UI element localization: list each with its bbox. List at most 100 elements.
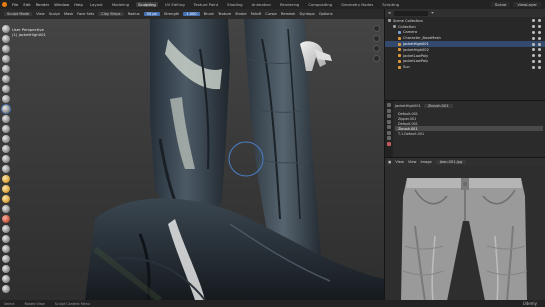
eye-icon[interactable] [532,59,535,63]
dyntopo-dropdown[interactable]: Dyntopo [299,12,314,16]
stroke-options-dropdown[interactable]: Stroke [235,12,246,16]
tab-rendering[interactable]: Rendering [278,2,301,7]
crease-brush-icon[interactable] [2,105,10,113]
texture-options-dropdown[interactable]: Texture [218,12,231,16]
pose-brush-icon[interactable] [2,215,10,223]
render-camera-icon[interactable] [538,36,541,40]
view-layer-field[interactable]: ViewLayer [513,2,541,7]
menu-file[interactable]: File [12,2,18,7]
fill-brush-icon[interactable] [2,135,10,143]
draw-sharp-brush-icon[interactable] [2,35,10,43]
tab-compositing[interactable]: Compositing [306,2,334,7]
outliner-search-input[interactable] [394,10,429,16]
eye-icon[interactable] [532,30,535,34]
tab-texture-paint[interactable]: Texture Paint [192,2,221,7]
eye-icon[interactable] [532,54,535,58]
render-camera-icon[interactable] [538,59,541,63]
menu-view[interactable]: View [36,12,45,16]
render-camera-icon[interactable] [538,19,541,23]
tab-layout[interactable]: Layout [88,2,105,7]
scrape-brush-icon[interactable] [2,145,10,153]
render-tab-icon[interactable] [387,108,391,113]
smooth-brush-icon[interactable] [2,115,10,123]
eye-icon[interactable] [532,19,535,23]
inflate-brush-icon[interactable] [2,85,10,93]
zoom-icon[interactable] [373,25,380,32]
menu-render[interactable]: Render [36,2,50,7]
radius-field[interactable]: 50 px [143,12,160,16]
tool-tab-icon[interactable] [387,103,391,107]
modifier-tab-icon[interactable] [387,136,391,140]
draw-brush-icon[interactable] [2,25,10,33]
image-menu-view[interactable]: View [395,160,404,164]
mask-brush-icon[interactable] [2,285,10,293]
image-selector[interactable]: Jean.001.jpg [435,160,467,164]
tab-shading[interactable]: Shading [225,2,244,7]
brush-options-dropdown[interactable]: Brush [204,12,214,16]
menu-edit[interactable]: Edit [23,2,30,7]
camera-view-icon[interactable] [373,45,380,52]
render-camera-icon[interactable] [538,25,541,29]
outliner-type-icon[interactable]: ≡ [388,11,391,15]
jeans-reference-image[interactable] [385,166,545,300]
menu-sculpt[interactable]: Sculpt [49,12,60,16]
clay-strips-brush-icon[interactable] [2,55,10,63]
flatten-brush-icon[interactable] [2,125,10,133]
menu-window[interactable]: Window [54,2,69,7]
tab-animation[interactable]: Animation [250,2,273,7]
menu-mask[interactable]: Mask [64,12,73,16]
cloth-brush-icon[interactable] [2,265,10,273]
remesh-dropdown[interactable]: Remesh [281,12,295,16]
pinch-brush-icon[interactable] [2,165,10,173]
output-tab-icon[interactable] [387,114,391,118]
tab-uv-editing[interactable]: UV Editing [163,2,187,7]
menu-help[interactable]: Help [74,2,83,7]
falloff-options-dropdown[interactable]: Falloff [251,12,262,16]
tab-modeling[interactable]: Modeling [110,2,131,7]
editor-type-icon[interactable]: ▣ [388,160,391,164]
image-menu-view-2[interactable]: View [408,160,417,164]
thumb-brush-icon[interactable] [2,205,10,213]
pan-hand-icon[interactable] [373,35,380,42]
rotate-brush-icon[interactable] [2,235,10,243]
eye-icon[interactable] [532,42,535,46]
material-slot[interactable]: T-1.Default.001 [395,131,543,136]
world-tab-icon[interactable] [387,125,391,129]
clay-brush-icon[interactable] [2,45,10,53]
render-camera-icon[interactable] [538,65,541,69]
eye-icon[interactable] [532,25,535,29]
scene-tab-icon[interactable] [387,119,391,124]
snake-hook-brush-icon[interactable] [2,195,10,203]
eye-icon[interactable] [532,65,535,69]
object-tab-icon[interactable] [387,130,391,135]
options-dropdown[interactable]: Options [319,12,333,16]
elastic-deform-brush-icon[interactable] [2,185,10,193]
layer-brush-icon[interactable] [2,75,10,83]
render-camera-icon[interactable] [538,42,541,46]
cursor-options-dropdown[interactable]: Cursor [265,12,277,16]
render-camera-icon[interactable] [538,30,541,34]
material-selector[interactable]: Zbrush.001 [423,104,453,108]
blender-logo-icon[interactable] [2,2,7,7]
material-tab-icon[interactable] [387,141,391,146]
nudge-brush-icon[interactable] [2,225,10,233]
slide-relax-brush-icon[interactable] [2,245,10,253]
mode-selector[interactable]: Sculpt Mode [4,12,33,16]
image-menu-image[interactable]: Image [420,160,431,164]
eye-icon[interactable] [532,36,535,40]
tab-sculpting[interactable]: Sculpting [136,2,158,7]
eye-icon[interactable] [532,48,535,52]
render-camera-icon[interactable] [538,48,541,52]
simplify-brush-icon[interactable] [2,275,10,283]
multiplane-scrape-brush-icon[interactable] [2,155,10,163]
strength-field[interactable]: 1.000 [183,12,200,16]
scene-field[interactable]: Scene [490,2,511,7]
brush-selector[interactable]: Clay Strips [98,12,124,16]
tab-geometry-nodes[interactable]: Geometry Nodes [339,2,375,7]
grab-brush-icon[interactable] [2,175,10,183]
blob-brush-icon[interactable] [2,95,10,103]
outliner-row[interactable]: Sun [385,64,545,70]
perspective-toggle-icon[interactable] [373,55,380,62]
boundary-brush-icon[interactable] [2,255,10,263]
3d-viewport[interactable]: User Perspective (1) jacketHigh001 [0,19,384,300]
